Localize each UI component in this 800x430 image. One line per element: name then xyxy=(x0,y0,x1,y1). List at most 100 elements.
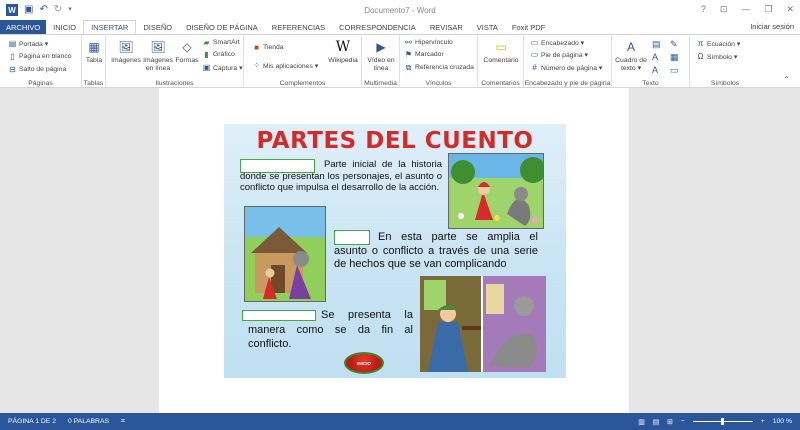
group-multimedia: ▶ Vídeo en línea Multimedia xyxy=(362,35,400,88)
group-label-ilustraciones: Ilustraciones xyxy=(155,80,194,87)
wikipedia-button[interactable]: W Wikipedia xyxy=(328,39,358,65)
imagenes-en-linea-button[interactable]: 🖼 Imágenes en línea xyxy=(143,39,173,73)
tab-vista[interactable]: VISTA xyxy=(470,20,505,34)
print-layout-icon[interactable]: ▤ xyxy=(653,418,659,426)
blank-page-icon: ▯ xyxy=(10,52,15,61)
zoom-slider-knob[interactable] xyxy=(720,418,724,425)
document-page[interactable]: PARTES DEL CUENTO Parte inicial de la hi… xyxy=(159,88,629,413)
group-label-multimedia: Multimedia xyxy=(364,80,397,87)
group-label-encabezado: Encabezado y pie de página xyxy=(524,80,611,87)
tab-revisar[interactable]: REVISAR xyxy=(423,20,470,34)
pie-de-pagina-button[interactable]: ▭ Pie de página ▾ xyxy=(530,50,588,59)
salto-de-pagina-button[interactable]: ⊟ Salto de página xyxy=(8,65,66,74)
read-mode-icon[interactable]: ▥ xyxy=(638,418,644,426)
drop-cap-icon[interactable]: A xyxy=(652,65,658,75)
tabla-button[interactable]: ▦ Tabla xyxy=(84,39,104,65)
word-count[interactable]: 0 PALABRAS xyxy=(68,418,109,425)
captura-button[interactable]: ▣ Captura ▾ xyxy=(202,63,243,72)
portada-button[interactable]: ▤ Portada ▾ xyxy=(8,39,48,48)
cover-page-icon: ▤ xyxy=(8,39,17,48)
shapes-icon: ◇ xyxy=(182,40,192,54)
marcador-button[interactable]: ⚑ Marcador xyxy=(404,50,444,59)
ribbon-display-options-icon[interactable]: ⊡ xyxy=(720,4,728,15)
collapse-ribbon-icon[interactable]: ⌃ xyxy=(783,75,790,84)
embedded-slide-image: PARTES DEL CUENTO Parte inicial de la hi… xyxy=(224,124,566,378)
hunter-wolf-image xyxy=(420,276,546,372)
text-box-icon: A xyxy=(626,40,635,54)
ecuacion-button[interactable]: π Ecuación ▾ xyxy=(696,39,741,48)
cuadro-de-texto-button[interactable]: A Cuadro de texto ▾ xyxy=(615,39,647,73)
equation-icon: π xyxy=(697,39,704,48)
slide-title: PARTES DEL CUENTO xyxy=(256,128,534,154)
group-label-vinculos: Vínculos xyxy=(425,80,452,87)
tab-insertar[interactable]: INSERTAR xyxy=(83,20,137,34)
tab-referencias[interactable]: REFERENCIAS xyxy=(265,20,332,34)
formas-button[interactable]: ◇ Formas xyxy=(175,39,199,65)
comentario-button[interactable]: ▭ Comentario xyxy=(482,39,520,65)
comment-icon: ▭ xyxy=(495,40,507,54)
pagina-en-blanco-button[interactable]: ▯ Página en blanco xyxy=(8,52,71,61)
store-icon: ■ xyxy=(254,43,259,52)
symbol-icon: Ω xyxy=(697,52,704,61)
smartart-button[interactable]: ▰ SmartArt xyxy=(202,38,239,47)
zoom-slider[interactable] xyxy=(692,418,753,425)
video-en-linea-button[interactable]: ▶ Vídeo en línea xyxy=(367,39,395,73)
sign-in-link[interactable]: Iniciar sesión xyxy=(750,22,794,31)
zoom-out-button[interactable]: − xyxy=(681,418,685,425)
help-button[interactable]: ? xyxy=(701,4,706,15)
video-icon: ▶ xyxy=(376,40,386,54)
paragraph-desenlace: Se presenta la manera como se da fin al … xyxy=(248,309,413,350)
zoom-in-button[interactable]: + xyxy=(761,418,765,425)
wordart-icon[interactable]: A xyxy=(652,52,658,62)
tab-archivo[interactable]: ARCHIVO xyxy=(0,20,47,34)
tienda-button[interactable]: ■ Tienda xyxy=(252,43,283,52)
my-apps-icon: ⁘ xyxy=(253,61,260,70)
object-icon[interactable]: ▭ xyxy=(670,65,679,76)
tab-inicio[interactable]: INICIO xyxy=(46,20,83,34)
group-label-texto: Texto xyxy=(642,80,659,87)
page-count[interactable]: PÁGINA 1 DE 2 xyxy=(8,418,56,425)
wolf-grandma-house-image xyxy=(244,206,326,302)
web-layout-icon[interactable]: ⊞ xyxy=(667,418,673,426)
tab-correspondencia[interactable]: CORRESPONDENCIA xyxy=(332,20,423,34)
numero-de-pagina-button[interactable]: # Número de página ▾ xyxy=(530,63,602,72)
simbolo-button[interactable]: Ω Símbolo ▾ xyxy=(696,52,738,61)
proofing-icon[interactable]: ⌗ xyxy=(121,418,125,426)
table-icon: ▦ xyxy=(88,40,100,54)
group-ilustraciones: 🖼 Imágenes 🖼 Imágenes en línea ◇ Formas ▰ Sm… xyxy=(106,35,244,88)
referencia-cruzada-button[interactable]: ⧉ Referencia cruzada xyxy=(404,63,474,72)
hipervinculo-button[interactable]: ⚯ Hipervínculo xyxy=(404,38,453,47)
group-texto: A Cuadro de texto ▾ ▤ A A ✎ ▦ ▭ Texto xyxy=(612,35,690,88)
group-comentarios: ▭ Comentario Comentarios xyxy=(478,35,524,88)
zoom-level[interactable]: 100 % xyxy=(773,418,792,425)
minimize-button[interactable]: — xyxy=(741,4,750,15)
tab-diseno-pagina[interactable]: DISEÑO DE PÁGINA xyxy=(179,20,265,34)
tab-diseno[interactable]: DISEÑO xyxy=(136,20,179,34)
group-tablas: ▦ Tabla Tablas xyxy=(82,35,106,88)
bookmark-icon: ⚑ xyxy=(404,50,413,59)
tab-foxit-pdf[interactable]: Foxit PDF xyxy=(505,20,552,34)
imagenes-button[interactable]: 🖼 Imágenes xyxy=(111,39,141,65)
grafico-button[interactable]: ▮ Gráfico xyxy=(202,50,235,59)
group-simbolos: π Ecuación ▾ Ω Símbolo ▾ Símbolos xyxy=(690,35,760,88)
paragraph-nudo: En esta parte se amplia el asunto o conf… xyxy=(334,231,538,270)
group-label-simbolos: Símbolos xyxy=(710,80,740,87)
group-label-comentarios: Comentarios xyxy=(481,80,520,87)
restore-button[interactable]: ❐ xyxy=(764,4,772,15)
group-label-paginas: Páginas xyxy=(28,80,53,87)
close-button[interactable]: ✕ xyxy=(786,4,794,15)
group-encabezado: ▭ Encabezado ▾ ▭ Pie de página ▾ # Número d… xyxy=(524,35,612,88)
encabezado-button[interactable]: ▭ Encabezado ▾ xyxy=(530,38,584,47)
chart-icon: ▮ xyxy=(204,50,209,59)
paragraph-inicio: Parte inicial de la historia donde se pr… xyxy=(240,159,442,193)
group-label-tablas: Tablas xyxy=(83,80,104,87)
cross-reference-icon: ⧉ xyxy=(405,62,412,72)
quick-parts-icon[interactable]: ▤ xyxy=(652,39,661,50)
signature-line-icon[interactable]: ✎ xyxy=(670,39,678,50)
smartart-icon: ▰ xyxy=(203,38,210,47)
page-number-icon: # xyxy=(532,63,537,72)
group-complementos: ■ Tienda ⁘ Mis aplicaciones ▾ W Wikipedia C… xyxy=(244,35,362,88)
date-time-icon[interactable]: ▦ xyxy=(670,52,679,63)
mis-aplicaciones-button[interactable]: ⁘ Mis aplicaciones ▾ xyxy=(252,61,318,70)
inicio-button[interactable]: INICIO xyxy=(344,352,384,374)
